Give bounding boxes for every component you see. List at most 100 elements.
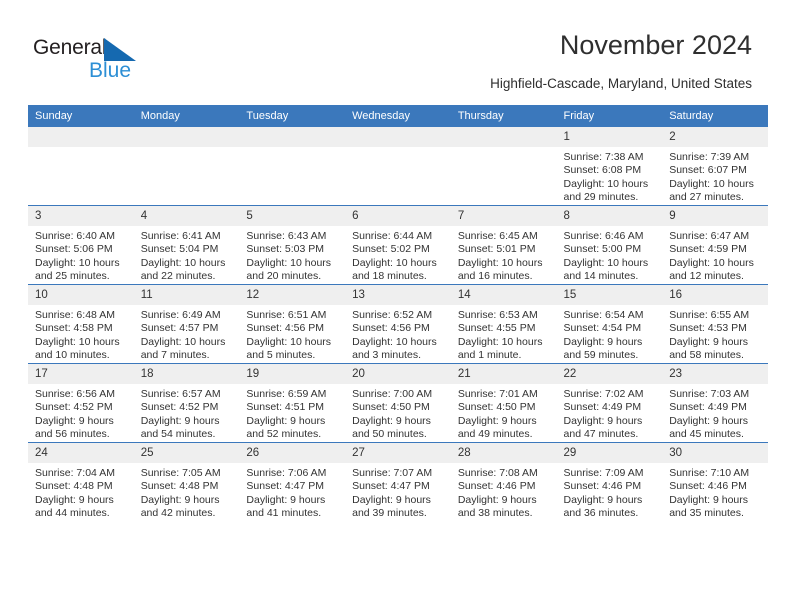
sunset-time: Sunset: 4:53 PM bbox=[669, 322, 747, 335]
day-sun-info: Sunrise: 7:39 AM Sunset: 6:07 PM Daylight:… bbox=[662, 147, 768, 205]
calendar-day-cell[interactable]: 22 Sunrise: 7:02 AM Sunset: 4:49 PM Dayligh… bbox=[556, 363, 663, 443]
calendar-day-cell[interactable]: 27 Sunrise: 7:07 AM Sunset: 4:47 PM Dayligh… bbox=[345, 442, 451, 521]
calendar-day-cell[interactable]: 18 Sunrise: 6:57 AM Sunset: 4:52 PM Dayligh… bbox=[133, 363, 240, 443]
calendar-day-cell[interactable]: 1 Sunrise: 7:38 AM Sunset: 6:08 PM Daylight… bbox=[556, 127, 663, 206]
calendar-day-cell[interactable]: 9 Sunrise: 6:47 AM Sunset: 4:59 PM Daylight… bbox=[662, 205, 768, 285]
calendar-day-cell[interactable]: 25 Sunrise: 7:05 AM Sunset: 4:48 PM Dayligh… bbox=[133, 442, 240, 521]
day-sun-info: Sunrise: 6:56 AM Sunset: 4:52 PM Daylight:… bbox=[28, 384, 134, 442]
daylight-duration-line1: Daylight: 9 hours bbox=[563, 493, 643, 506]
calendar-day-cell[interactable]: 10 Sunrise: 6:48 AM Sunset: 4:58 PM Dayligh… bbox=[28, 284, 134, 364]
day-number: 13 bbox=[345, 285, 451, 305]
sunrise-time: Sunrise: 7:09 AM bbox=[563, 467, 644, 479]
daylight-duration-line2: and 49 minutes. bbox=[457, 428, 533, 441]
day-sun-info: Sunrise: 7:00 AM Sunset: 4:50 PM Daylight:… bbox=[345, 384, 451, 442]
daylight-duration-line1: Daylight: 9 hours bbox=[352, 493, 431, 506]
calendar-day-cell[interactable]: 13 Sunrise: 6:52 AM Sunset: 4:56 PM Dayligh… bbox=[345, 284, 451, 364]
daylight-duration-line2: and 38 minutes. bbox=[457, 507, 533, 520]
calendar-day-cell[interactable]: 15 Sunrise: 6:54 AM Sunset: 4:54 PM Dayligh… bbox=[556, 284, 663, 364]
calendar-day-cell[interactable]: 2 Sunrise: 7:39 AM Sunset: 6:07 PM Daylight… bbox=[662, 127, 768, 206]
logo-triangle-icon bbox=[104, 38, 136, 61]
sunset-time: Sunset: 5:03 PM bbox=[246, 243, 325, 256]
calendar-day-cell[interactable]: 23 Sunrise: 7:03 AM Sunset: 4:49 PM Dayligh… bbox=[662, 363, 768, 443]
sunset-time: Sunset: 4:49 PM bbox=[563, 401, 642, 414]
day-number: 15 bbox=[556, 285, 663, 305]
daylight-duration-line2: and 42 minutes. bbox=[140, 507, 216, 520]
daylight-duration-line1: Daylight: 9 hours bbox=[457, 414, 537, 427]
daylight-duration-line2: and 1 minute. bbox=[457, 349, 522, 362]
sunrise-time: Sunrise: 7:08 AM bbox=[457, 467, 538, 479]
day-number: 17 bbox=[28, 364, 134, 384]
sunrise-time: Sunrise: 7:05 AM bbox=[140, 467, 221, 479]
calendar-day-cell[interactable]: 19 Sunrise: 6:59 AM Sunset: 4:51 PM Dayligh… bbox=[239, 363, 346, 443]
sunset-time: Sunset: 6:08 PM bbox=[563, 164, 642, 177]
day-sun-info: Sunrise: 7:07 AM Sunset: 4:47 PM Daylight:… bbox=[345, 463, 451, 521]
calendar-header-row: Sunday Monday Tuesday Wednesday Thursday… bbox=[28, 105, 768, 127]
daylight-duration-line1: Daylight: 9 hours bbox=[669, 493, 749, 506]
daylight-duration-line1: Daylight: 9 hours bbox=[140, 493, 220, 506]
daylight-duration-line1: Daylight: 9 hours bbox=[669, 414, 749, 427]
page-header: General Blue November 2024 Highfield-Cas… bbox=[0, 0, 792, 100]
calendar-day-cell[interactable]: 30 Sunrise: 7:10 AM Sunset: 4:46 PM Dayligh… bbox=[662, 442, 768, 521]
daylight-duration-line1: Daylight: 10 hours bbox=[563, 177, 649, 190]
day-number: 9 bbox=[662, 206, 768, 226]
calendar-body: 1 Sunrise: 7:38 AM Sunset: 6:08 PM Daylight… bbox=[28, 127, 768, 521]
sunrise-time: Sunrise: 7:10 AM bbox=[669, 467, 750, 479]
sunset-time: Sunset: 5:02 PM bbox=[352, 243, 430, 256]
daylight-duration-line1: Daylight: 10 hours bbox=[669, 177, 754, 190]
sunset-time: Sunset: 4:50 PM bbox=[457, 401, 536, 414]
calendar-day-cell[interactable]: 4 Sunrise: 6:41 AM Sunset: 5:04 PM Daylight… bbox=[133, 205, 240, 285]
daylight-duration-line1: Daylight: 10 hours bbox=[457, 256, 543, 269]
daylight-duration-line1: Daylight: 10 hours bbox=[352, 335, 437, 348]
weekday-header-thursday: Thursday bbox=[450, 105, 557, 127]
sunset-time: Sunset: 5:06 PM bbox=[35, 243, 113, 256]
day-number: 16 bbox=[662, 285, 768, 305]
calendar-day-cell[interactable]: 12 Sunrise: 6:51 AM Sunset: 4:56 PM Dayligh… bbox=[239, 284, 346, 364]
calendar-day-cell[interactable]: 20 Sunrise: 7:00 AM Sunset: 4:50 PM Dayligh… bbox=[345, 363, 451, 443]
calendar-day-cell[interactable]: 8 Sunrise: 6:46 AM Sunset: 5:00 PM Daylight… bbox=[556, 205, 663, 285]
sunrise-time: Sunrise: 6:57 AM bbox=[140, 388, 221, 400]
sunrise-time: Sunrise: 6:47 AM bbox=[669, 230, 750, 242]
calendar-week-row: 10 Sunrise: 6:48 AM Sunset: 4:58 PM Dayligh… bbox=[28, 284, 768, 364]
calendar-day-cell[interactable]: 28 Sunrise: 7:08 AM Sunset: 4:46 PM Dayligh… bbox=[450, 442, 557, 521]
calendar-day-cell[interactable]: 16 Sunrise: 6:55 AM Sunset: 4:53 PM Dayligh… bbox=[662, 284, 768, 364]
page-title: November 2024 bbox=[559, 30, 752, 60]
calendar-day-cell[interactable]: 7 Sunrise: 6:45 AM Sunset: 5:01 PM Daylight… bbox=[450, 205, 557, 285]
daylight-duration-line1: Daylight: 9 hours bbox=[457, 493, 537, 506]
generalblue-logo[interactable]: General Blue bbox=[33, 36, 163, 86]
calendar-week-row: 24 Sunrise: 7:04 AM Sunset: 4:48 PM Dayligh… bbox=[28, 442, 768, 521]
calendar-day-cell[interactable]: 3 Sunrise: 6:40 AM Sunset: 5:06 PM Daylight… bbox=[28, 205, 134, 285]
calendar-day-cell[interactable]: 26 Sunrise: 7:06 AM Sunset: 4:47 PM Dayligh… bbox=[239, 442, 346, 521]
weekday-header-tuesday: Tuesday bbox=[239, 105, 346, 127]
sunset-time: Sunset: 4:57 PM bbox=[140, 322, 219, 335]
daylight-duration-line2: and 12 minutes. bbox=[669, 270, 744, 283]
calendar-page: General Blue November 2024 Highfield-Cas… bbox=[0, 0, 792, 612]
weekday-header-wednesday: Wednesday bbox=[345, 105, 451, 127]
sunrise-time: Sunrise: 6:45 AM bbox=[457, 230, 538, 242]
daylight-duration-line1: Daylight: 9 hours bbox=[140, 414, 220, 427]
weekday-header-friday: Friday bbox=[556, 105, 663, 127]
calendar-day-cell[interactable]: 11 Sunrise: 6:49 AM Sunset: 4:57 PM Dayligh… bbox=[133, 284, 240, 364]
day-sun-info: Sunrise: 7:09 AM Sunset: 4:46 PM Daylight:… bbox=[557, 463, 663, 521]
day-number bbox=[239, 127, 346, 147]
day-number: 6 bbox=[345, 206, 451, 226]
day-number: 1 bbox=[556, 127, 663, 147]
sunrise-time: Sunrise: 7:38 AM bbox=[563, 151, 644, 163]
day-sun-info: Sunrise: 6:52 AM Sunset: 4:56 PM Daylight:… bbox=[345, 305, 451, 363]
daylight-duration-line1: Daylight: 10 hours bbox=[457, 335, 543, 348]
calendar-day-cell[interactable]: 21 Sunrise: 7:01 AM Sunset: 4:50 PM Dayligh… bbox=[450, 363, 557, 443]
daylight-duration-line2: and 18 minutes. bbox=[352, 270, 427, 283]
calendar-day-cell[interactable]: 24 Sunrise: 7:04 AM Sunset: 4:48 PM Dayligh… bbox=[28, 442, 134, 521]
daylight-duration-line2: and 50 minutes. bbox=[352, 428, 427, 441]
calendar-day-cell[interactable]: 17 Sunrise: 6:56 AM Sunset: 4:52 PM Dayligh… bbox=[28, 363, 134, 443]
day-number: 4 bbox=[133, 206, 240, 226]
calendar-day-cell[interactable]: 14 Sunrise: 6:53 AM Sunset: 4:55 PM Dayligh… bbox=[450, 284, 557, 364]
day-number: 29 bbox=[556, 443, 663, 463]
day-number: 25 bbox=[133, 443, 240, 463]
calendar-day-cell[interactable]: 5 Sunrise: 6:43 AM Sunset: 5:03 PM Daylight… bbox=[239, 205, 346, 285]
calendar-day-cell[interactable]: 6 Sunrise: 6:44 AM Sunset: 5:02 PM Daylight… bbox=[345, 205, 451, 285]
calendar-day-cell[interactable]: 29 Sunrise: 7:09 AM Sunset: 4:46 PM Dayligh… bbox=[556, 442, 663, 521]
daylight-duration-line2: and 20 minutes. bbox=[246, 270, 322, 283]
day-number: 14 bbox=[450, 285, 557, 305]
day-number: 27 bbox=[345, 443, 451, 463]
day-sun-info: Sunrise: 7:06 AM Sunset: 4:47 PM Daylight:… bbox=[239, 463, 345, 521]
